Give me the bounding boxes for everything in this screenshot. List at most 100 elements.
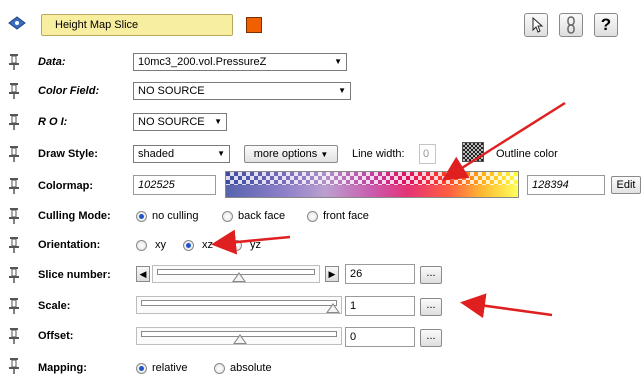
mapping-option-label[interactable]: relative [152, 362, 187, 374]
pin-icon[interactable] [8, 327, 22, 345]
pin-icon[interactable] [8, 266, 22, 284]
culling-radio-front-face[interactable] [307, 211, 318, 222]
draw-style-select[interactable]: shaded ▼ [133, 145, 230, 163]
scale-more-label: ... [426, 299, 436, 311]
line-width-field[interactable]: 0 [419, 144, 436, 164]
offset-value: 0 [350, 331, 357, 343]
cursor-icon [532, 16, 544, 33]
linker-button[interactable] [559, 13, 583, 37]
colormap-edit-label: Edit [616, 179, 636, 191]
outline-color-label: Outline color [496, 148, 558, 160]
data-label: Data: [38, 56, 66, 68]
offset-field[interactable]: 0 [345, 327, 415, 347]
draw-style-label: Draw Style: [38, 148, 98, 160]
slice-more-button[interactable]: ... [420, 266, 442, 284]
scale-more-button[interactable]: ... [420, 298, 442, 316]
offset-slider[interactable] [136, 327, 342, 345]
roi-label: R O I: [38, 116, 68, 128]
mapping-label: Mapping: [38, 362, 87, 374]
slice-number-field[interactable]: 26 [345, 264, 415, 284]
mapping-radio-relative[interactable] [136, 363, 147, 374]
scale-value: 1 [350, 300, 357, 312]
culling-radio-back-face[interactable] [222, 211, 233, 222]
pin-icon[interactable] [8, 236, 22, 254]
module-title[interactable]: Height Map Slice [41, 14, 233, 36]
colormap-max-field[interactable]: 128394 [527, 175, 605, 195]
slice-slider[interactable] [152, 265, 320, 283]
line-width-value: 0 [423, 148, 430, 160]
chevron-down-icon: ▼ [320, 150, 329, 159]
scale-field[interactable]: 1 [345, 296, 415, 316]
slice-number-value: 26 [350, 268, 363, 280]
orientation-option-label[interactable]: yz [250, 239, 261, 251]
offset-more-button[interactable]: ... [420, 329, 442, 347]
orientation-radio-xz[interactable] [183, 240, 194, 251]
pin-icon[interactable] [8, 145, 22, 163]
pin-icon[interactable] [8, 297, 22, 315]
chevron-down-icon: ▼ [338, 86, 346, 95]
colormap-checker-overlay [226, 172, 518, 185]
pin-icon[interactable] [8, 357, 22, 375]
annotation-arrow [441, 101, 566, 181]
culling-option-label[interactable]: no culling [152, 210, 198, 222]
chevron-down-icon: ▼ [217, 149, 225, 158]
pin-icon[interactable] [8, 113, 22, 131]
colormap-edit-button[interactable]: Edit [611, 176, 641, 194]
colormap-min-value: 102525 [138, 179, 175, 191]
pin-icon[interactable] [8, 82, 22, 100]
colormap-label: Colormap: [38, 180, 93, 192]
colormap-min-field[interactable]: 102525 [133, 175, 216, 195]
scale-slider-track [141, 300, 337, 306]
culling-option-label[interactable]: front face [323, 210, 369, 222]
data-select-value: 10mc3_200.vol.PressureZ [138, 56, 267, 68]
colormap-opacity-fill [226, 185, 518, 197]
culling-mode-label: Culling Mode: [38, 210, 111, 222]
slice-slider-thumb[interactable] [232, 272, 246, 282]
pin-icon[interactable] [8, 177, 22, 195]
slice-decrement-button[interactable]: ◀ [136, 266, 150, 282]
mapping-radio-absolute[interactable] [214, 363, 225, 374]
slice-number-label: Slice number: [38, 269, 111, 281]
scale-label: Scale: [38, 300, 71, 312]
slice-more-label: ... [426, 267, 436, 279]
offset-label: Offset: [38, 330, 74, 342]
color-field-select[interactable]: NO SOURCE ▼ [133, 82, 351, 100]
pointer-tool-button[interactable] [524, 13, 548, 37]
orientation-radio-yz[interactable] [231, 240, 242, 251]
module-color-swatch[interactable] [246, 17, 262, 33]
offset-slider-thumb[interactable] [233, 334, 247, 344]
scale-slider-thumb[interactable] [326, 303, 340, 313]
pin-icon[interactable] [8, 53, 22, 71]
orientation-option-label[interactable]: xy [155, 239, 166, 251]
color-field-label: Color Field: [38, 85, 100, 97]
roi-select-value: NO SOURCE [138, 116, 205, 128]
pin-icon[interactable] [8, 207, 22, 225]
colormap-gradient[interactable] [225, 171, 519, 198]
mapping-option-label[interactable]: absolute [230, 362, 272, 374]
scale-slider[interactable] [136, 296, 342, 314]
chevron-down-icon: ▼ [334, 57, 342, 66]
outline-color-swatch[interactable] [462, 142, 484, 162]
annotation-arrow [460, 293, 553, 319]
more-options-button[interactable]: more options ▼ [244, 145, 338, 163]
draw-style-select-value: shaded [138, 148, 175, 160]
help-button[interactable]: ? [594, 13, 618, 37]
color-field-select-value: NO SOURCE [138, 85, 205, 97]
offset-more-label: ... [426, 330, 436, 342]
orientation-radio-xy[interactable] [136, 240, 147, 251]
culling-option-label[interactable]: back face [238, 210, 285, 222]
module-eye-icon[interactable] [8, 16, 26, 33]
slice-increment-button[interactable]: ▶ [325, 266, 339, 282]
data-select[interactable]: 10mc3_200.vol.PressureZ ▼ [133, 53, 347, 71]
orientation-label: Orientation: [38, 239, 101, 251]
culling-radio-no-culling[interactable] [136, 211, 147, 222]
more-options-label: more options [253, 148, 318, 160]
chevron-down-icon: ▼ [214, 117, 222, 126]
line-width-label: Line width: [352, 148, 405, 160]
colormap-max-value: 128394 [532, 179, 569, 191]
roi-select[interactable]: NO SOURCE ▼ [133, 113, 227, 131]
orientation-option-label[interactable]: xz [202, 239, 213, 251]
chain-link-icon [567, 16, 575, 34]
module-title-text: Height Map Slice [55, 19, 139, 31]
help-label: ? [600, 15, 612, 34]
